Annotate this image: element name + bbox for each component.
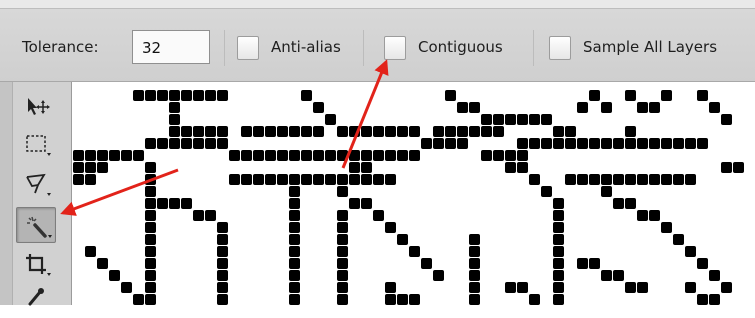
arrow-to-magic-wand	[60, 168, 179, 216]
arrow-to-contiguous	[341, 59, 389, 169]
annotation-arrows	[60, 59, 389, 216]
